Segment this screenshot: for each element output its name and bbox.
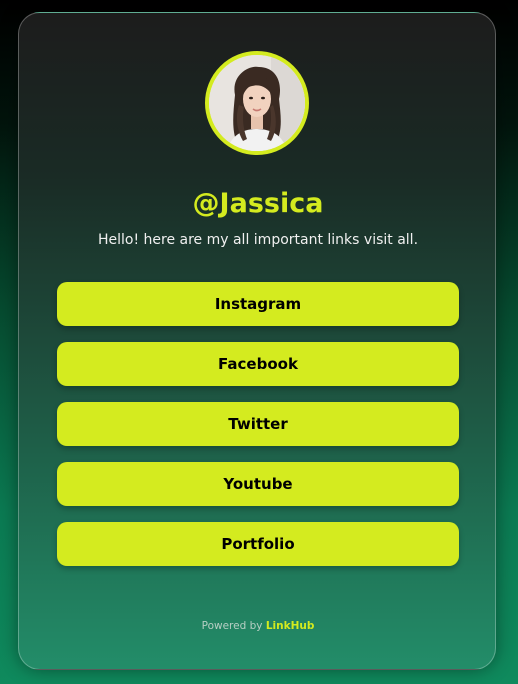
footer: Powered by LinkHub (19, 620, 497, 632)
twitter-link-button[interactable]: Twitter (57, 402, 459, 446)
youtube-link-button[interactable]: Youtube (57, 462, 459, 506)
profile-bio: Hello! here are my all important links v… (97, 232, 419, 248)
facebook-link-button[interactable]: Facebook (57, 342, 459, 386)
footer-prefix: Powered by (201, 620, 263, 632)
link-list: Instagram Facebook Twitter Youtube Portf… (57, 282, 459, 582)
profile-handle: @Jassica (192, 188, 324, 219)
avatar-photo (209, 55, 305, 151)
avatar (205, 51, 309, 155)
footer-brand-link[interactable]: LinkHub (266, 620, 315, 632)
instagram-link-button[interactable]: Instagram (57, 282, 459, 326)
profile-card: @Jassica Hello! here are my all importan… (18, 12, 496, 670)
portfolio-link-button[interactable]: Portfolio (57, 522, 459, 566)
